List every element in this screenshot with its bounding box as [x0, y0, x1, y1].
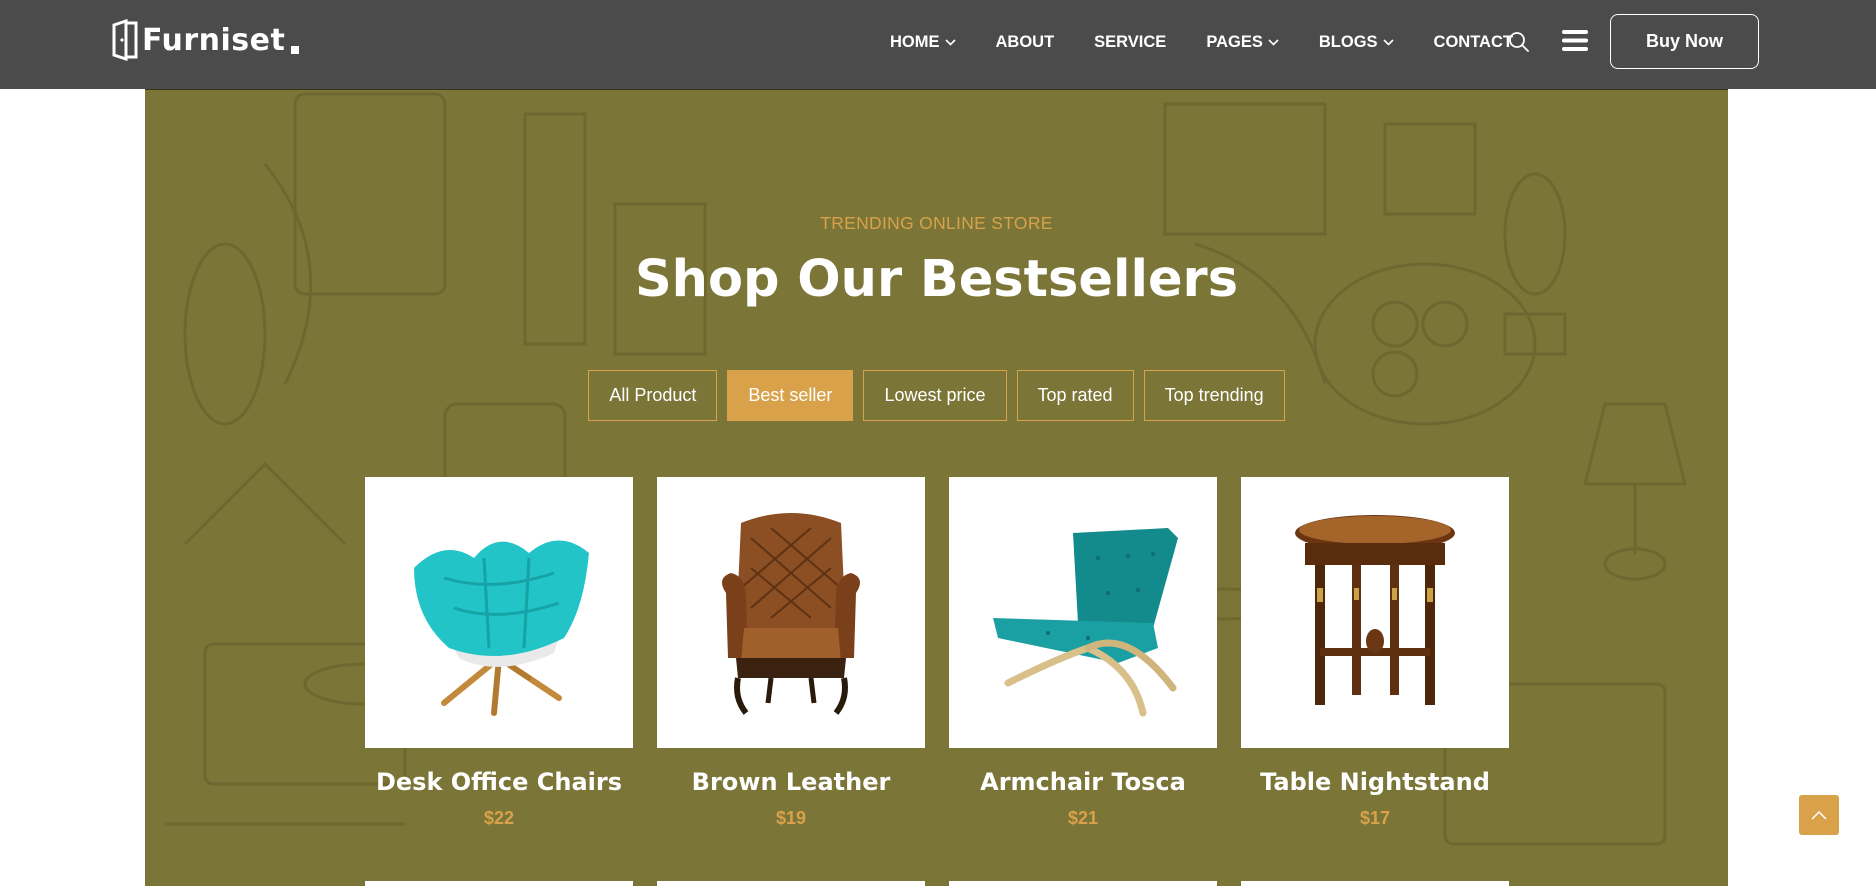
next-product-row [365, 881, 1509, 886]
hamburger-menu-icon[interactable] [1562, 30, 1588, 51]
nav-about-label: ABOUT [995, 32, 1055, 51]
site-header: Furniset HOME ABOUT SERVICE PAGES BLOGS … [0, 0, 1876, 89]
chevron-down-icon [1268, 38, 1279, 46]
filter-top-trending[interactable]: Top trending [1143, 370, 1285, 421]
product-image[interactable] [949, 477, 1217, 748]
section-title: Shop Our Bestsellers [634, 250, 1239, 309]
nav-service-label: SERVICE [1094, 32, 1167, 51]
door-logo-icon [112, 19, 138, 61]
logo-text: Furniset [142, 22, 286, 58]
nav-about[interactable]: ABOUT [996, 33, 1055, 52]
product-grid: Desk Office Chairs $22 Brown Leather $19… [365, 477, 1509, 829]
nav-contact-label: CONTACT [1433, 32, 1513, 51]
product-image[interactable] [657, 477, 925, 748]
main-nav: HOME ABOUT SERVICE PAGES BLOGS CONTACT [890, 0, 1553, 84]
filter-all-product[interactable]: All Product [588, 370, 718, 421]
filter-tabs: All Product Best seller Lowest price Top… [145, 370, 1728, 421]
turquoise-lounge-chair-icon [414, 540, 589, 716]
nav-service[interactable]: SERVICE [1094, 33, 1166, 52]
product-name[interactable]: Table Nightstand [1241, 768, 1509, 796]
product-price: $22 [483, 808, 515, 828]
product-card[interactable]: Table Nightstand $17 [1241, 477, 1509, 829]
leather-armchair-icon [722, 512, 860, 715]
product-card-partial[interactable] [1241, 881, 1509, 886]
product-card[interactable]: Desk Office Chairs $22 [365, 477, 633, 829]
filter-top-rated[interactable]: Top rated [1016, 370, 1134, 421]
bestsellers-section: TRENDING ONLINE STORE Shop Our Bestselle… [145, 84, 1728, 886]
chevron-up-icon [1811, 810, 1827, 820]
nav-blogs-label: BLOGS [1318, 32, 1378, 51]
chevron-down-icon [944, 38, 956, 46]
section-eyebrow: TRENDING ONLINE STORE [820, 213, 1053, 233]
product-name[interactable]: Desk Office Chairs [365, 768, 633, 796]
product-price: $21 [1067, 808, 1099, 828]
scroll-to-top-button[interactable] [1799, 795, 1839, 835]
search-icon[interactable] [1508, 31, 1530, 53]
product-price: $17 [1359, 808, 1391, 828]
filter-lowest-price[interactable]: Lowest price [863, 370, 1007, 421]
product-image[interactable] [1241, 477, 1509, 748]
round-wooden-side-table-icon [1295, 514, 1455, 705]
nav-home-label: HOME [890, 32, 940, 51]
teal-cantilever-chair-icon [993, 527, 1178, 716]
logo[interactable]: Furniset [112, 18, 300, 62]
product-card[interactable]: Armchair Tosca $21 [949, 477, 1217, 829]
product-card-partial[interactable] [365, 881, 633, 886]
product-card-partial[interactable] [949, 881, 1217, 886]
nav-contact[interactable]: CONTACT [1434, 33, 1513, 52]
nav-blogs[interactable]: BLOGS [1319, 33, 1394, 52]
buy-now-button[interactable]: Buy Now [1610, 14, 1759, 69]
chevron-down-icon [1382, 38, 1394, 46]
product-name[interactable]: Armchair Tosca [949, 768, 1217, 796]
filter-best-seller[interactable]: Best seller [727, 370, 854, 421]
product-image[interactable] [365, 477, 633, 748]
nav-pages[interactable]: PAGES [1206, 33, 1279, 52]
nav-pages-label: PAGES [1206, 32, 1263, 51]
product-card[interactable]: Brown Leather $19 [657, 477, 925, 829]
product-name[interactable]: Brown Leather [657, 768, 925, 796]
logo-dot [291, 46, 300, 54]
product-price: $19 [775, 808, 807, 828]
product-card-partial[interactable] [657, 881, 925, 886]
nav-home[interactable]: HOME [890, 33, 956, 52]
